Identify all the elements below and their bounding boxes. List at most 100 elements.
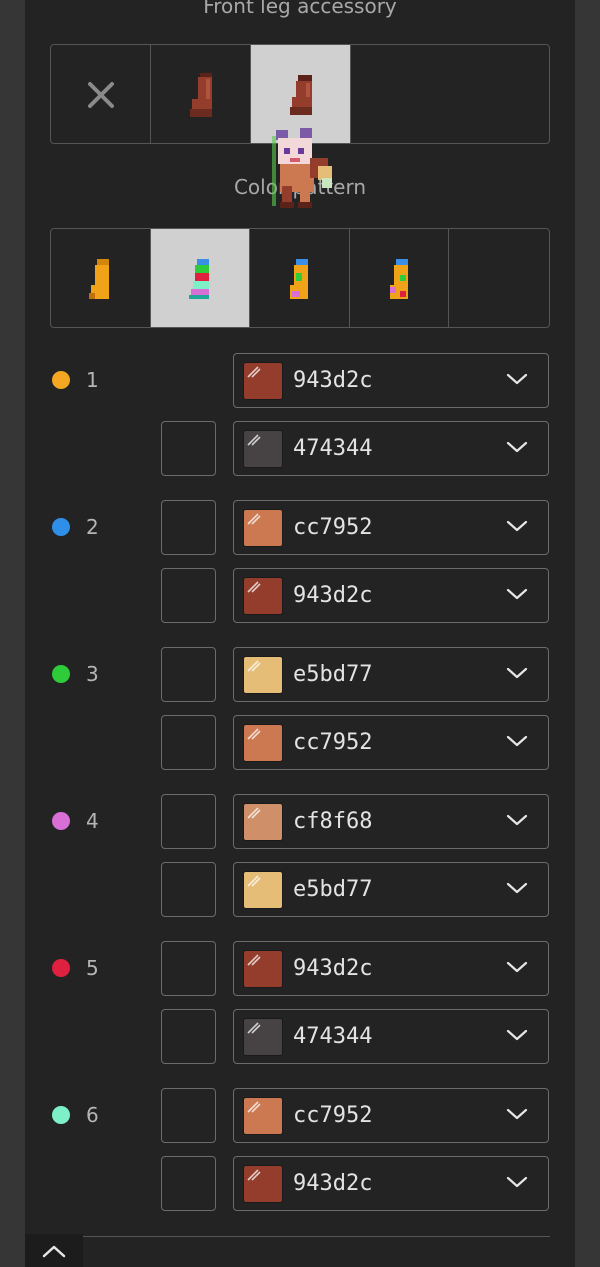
- color-swatch: [243, 1018, 283, 1056]
- color-slot-dot: [52, 812, 70, 830]
- swatch-gloss-icon: [247, 434, 261, 446]
- chevron-down-icon: [506, 586, 528, 605]
- color-swatch: [243, 871, 283, 909]
- color-hex-value: 943d2c: [293, 1171, 373, 1196]
- swatch-gloss-icon: [247, 807, 261, 819]
- bottom-divider: [50, 1236, 550, 1237]
- pattern-swatch-icon: [390, 259, 409, 299]
- color-hex-value: cf8f68: [293, 809, 373, 834]
- color-link-checkbox[interactable]: [161, 1088, 216, 1143]
- color-select-dropdown[interactable]: cc7952: [233, 715, 549, 770]
- swatch-gloss-icon: [247, 875, 261, 887]
- color-hex-value: 474344: [293, 436, 373, 461]
- color-link-checkbox[interactable]: [161, 1156, 216, 1211]
- color-slot-number: 4: [86, 809, 99, 833]
- color-link-checkbox[interactable]: [161, 1009, 216, 1064]
- chevron-down-icon: [506, 959, 528, 978]
- color-link-checkbox[interactable]: [161, 715, 216, 770]
- pattern-tile-4[interactable]: [350, 229, 450, 327]
- color-slot-number: 6: [86, 1103, 99, 1127]
- color-hex-value: 943d2c: [293, 956, 373, 981]
- color-slot-dot: [52, 371, 70, 389]
- leg-accessory-icon: [289, 75, 312, 115]
- color-hex-value: 943d2c: [293, 368, 373, 393]
- color-hex-value: cc7952: [293, 1103, 373, 1128]
- swatch-gloss-icon: [247, 581, 261, 593]
- swatch-gloss-icon: [247, 954, 261, 966]
- color-swatch: [243, 950, 283, 988]
- color-hex-value: cc7952: [293, 730, 373, 755]
- color-swatch: [243, 656, 283, 694]
- chevron-down-icon: [506, 518, 528, 537]
- pattern-swatch-icon: [89, 259, 110, 299]
- color-hex-value: e5bd77: [293, 662, 373, 687]
- swatch-gloss-icon: [247, 660, 261, 672]
- accessory-tile-sock-dark[interactable]: [151, 45, 251, 143]
- color-hex-value: e5bd77: [293, 877, 373, 902]
- chevron-up-icon: [42, 1245, 66, 1257]
- color-select-dropdown[interactable]: 943d2c: [233, 568, 549, 623]
- color-link-checkbox[interactable]: [161, 500, 216, 555]
- color-hex-value: cc7952: [293, 515, 373, 540]
- color-hex-value: 943d2c: [293, 583, 373, 608]
- collapse-button[interactable]: [25, 1234, 83, 1267]
- pattern-tile-empty: [449, 229, 549, 327]
- color-slot-dot: [52, 959, 70, 977]
- color-swatch: [243, 509, 283, 547]
- character-preview-sprite: [272, 128, 332, 208]
- chevron-down-icon: [506, 733, 528, 752]
- color-swatch: [243, 577, 283, 615]
- color-select-dropdown[interactable]: e5bd77: [233, 647, 549, 702]
- swatch-gloss-icon: [247, 1169, 261, 1181]
- color-slot-dot: [52, 665, 70, 683]
- color-slot-number: 5: [86, 956, 99, 980]
- pattern-swatch-icon: [290, 259, 309, 299]
- swatch-gloss-icon: [247, 1022, 261, 1034]
- pattern-tile-1[interactable]: [51, 229, 151, 327]
- leg-accessory-icon: [189, 73, 212, 117]
- pattern-swatch-icon: [188, 259, 209, 299]
- chevron-down-icon: [506, 371, 528, 390]
- color-link-checkbox[interactable]: [161, 421, 216, 476]
- color-select-dropdown[interactable]: e5bd77: [233, 862, 549, 917]
- swatch-gloss-icon: [247, 1101, 261, 1113]
- swatch-gloss-icon: [247, 728, 261, 740]
- color-link-checkbox[interactable]: [161, 794, 216, 849]
- swatch-gloss-icon: [247, 366, 261, 378]
- accessory-tile-none[interactable]: [51, 45, 151, 143]
- x-icon: [87, 82, 114, 108]
- color-slot-number: 3: [86, 662, 99, 686]
- swatch-gloss-icon: [247, 513, 261, 525]
- color-select-dropdown[interactable]: 474344: [233, 1009, 549, 1064]
- color-select-dropdown[interactable]: 474344: [233, 421, 549, 476]
- color-swatch: [243, 724, 283, 762]
- pattern-tile-3[interactable]: [250, 229, 350, 327]
- color-select-dropdown[interactable]: 943d2c: [233, 941, 549, 996]
- color-select-dropdown[interactable]: 943d2c: [233, 1156, 549, 1211]
- color-select-dropdown[interactable]: cc7952: [233, 1088, 549, 1143]
- color-link-checkbox[interactable]: [161, 941, 216, 996]
- accessory-tile-empty: [351, 45, 549, 143]
- color-slot-dot: [52, 518, 70, 536]
- color-select-dropdown[interactable]: cf8f68: [233, 794, 549, 849]
- chevron-down-icon: [506, 665, 528, 684]
- front-leg-accessory-heading: Front leg accessory: [203, 0, 397, 18]
- chevron-down-icon: [506, 812, 528, 831]
- color-link-checkbox[interactable]: [161, 568, 216, 623]
- color-slot-number: 2: [86, 515, 99, 539]
- color-select-dropdown[interactable]: 943d2c: [233, 353, 549, 408]
- color-swatch: [243, 1165, 283, 1203]
- color-link-checkbox[interactable]: [161, 862, 216, 917]
- pattern-tile-2[interactable]: [150, 229, 251, 327]
- color-select-dropdown[interactable]: cc7952: [233, 500, 549, 555]
- color-swatch: [243, 1097, 283, 1135]
- chevron-down-icon: [506, 1106, 528, 1125]
- color-swatch: [243, 362, 283, 400]
- chevron-down-icon: [506, 1027, 528, 1046]
- chevron-down-icon: [506, 880, 528, 899]
- chevron-down-icon: [506, 1174, 528, 1193]
- color-swatch: [243, 803, 283, 841]
- pattern-tile-row: [50, 228, 550, 328]
- color-link-checkbox[interactable]: [161, 647, 216, 702]
- color-swatch: [243, 430, 283, 468]
